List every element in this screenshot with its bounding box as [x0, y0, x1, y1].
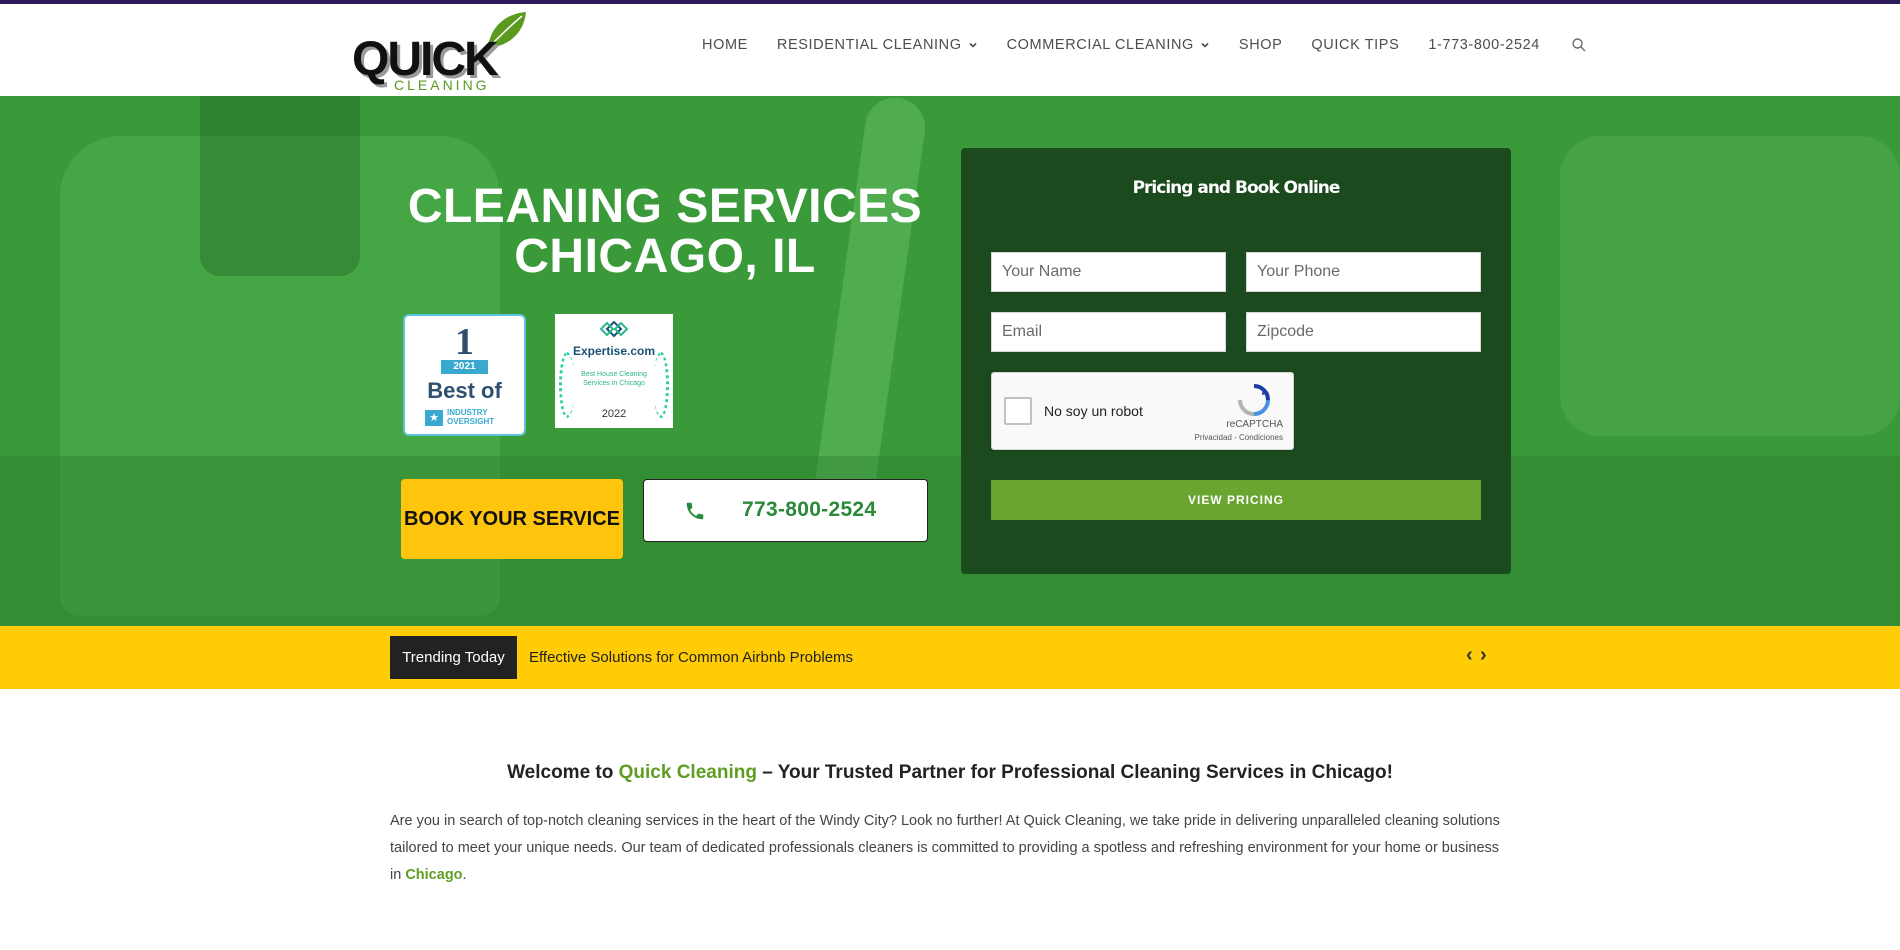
- welcome-brand: Quick Cleaning: [618, 762, 757, 783]
- badge-source-line: INDUSTRY: [447, 408, 488, 417]
- recaptcha-widget: No soy un robot reCAPTCHA Privacidad - C…: [991, 372, 1294, 450]
- chicago-link[interactable]: Chicago: [405, 867, 462, 883]
- chevron-right-icon[interactable]: ›: [1480, 645, 1492, 665]
- recaptcha-brand: reCAPTCHA: [1226, 419, 1283, 430]
- intro-text: Are you in search of top-notch cleaning …: [390, 813, 1500, 883]
- star-icon: ★: [425, 410, 443, 426]
- nav-item-shop[interactable]: SHOP: [1239, 37, 1283, 53]
- recaptcha-icon: [1238, 384, 1270, 416]
- hero-title: CLEANING SERVICES CHICAGO, IL: [380, 182, 950, 282]
- nav-item-quick-tips[interactable]: QUICK TIPS: [1311, 37, 1399, 53]
- recaptcha-links[interactable]: Privacidad - Condiciones: [1195, 433, 1284, 442]
- phone-number: 773-800-2524: [742, 498, 877, 521]
- badge-year: 2021: [441, 360, 488, 374]
- welcome-prefix: Welcome to: [507, 762, 619, 783]
- book-service-button[interactable]: BOOK YOUR SERVICE: [401, 479, 623, 559]
- phone-field[interactable]: [1246, 252, 1481, 292]
- recaptcha-label: No soy un robot: [1044, 403, 1143, 419]
- intro-end: .: [462, 867, 467, 883]
- chevron-left-icon[interactable]: ‹: [1466, 645, 1478, 665]
- nav-item-phone[interactable]: 1-773-800-2524: [1428, 37, 1540, 53]
- search-icon[interactable]: [1571, 37, 1587, 53]
- main-nav: HOME RESIDENTIAL CLEANING COMMERCIAL CLE…: [702, 36, 1587, 54]
- badge-source-text: INDUSTRY OVERSIGHT: [447, 408, 494, 426]
- badge-best-of: Best of: [427, 378, 502, 403]
- intro-paragraph: Are you in search of top-notch cleaning …: [390, 808, 1510, 889]
- hero-background-shape: [0, 456, 1900, 626]
- phone-icon: [686, 502, 704, 520]
- expertise-badge: Expertise.com Best House Cleaning Servic…: [555, 314, 673, 428]
- chevron-down-icon: [1201, 42, 1209, 48]
- hero-background-shape: [200, 96, 360, 276]
- nav-label: QUICK TIPS: [1311, 37, 1400, 53]
- hero-background-shape: [811, 96, 929, 519]
- name-field[interactable]: [991, 252, 1226, 292]
- nav-label: HOME: [702, 37, 748, 53]
- site-logo[interactable]: QUICK CLEANING: [352, 8, 532, 92]
- badge-rank: 1: [455, 321, 474, 363]
- nav-label: COMMERCIAL CLEANING: [1006, 37, 1194, 53]
- nav-label: RESIDENTIAL CLEANING: [776, 37, 962, 53]
- welcome-suffix: – Your Trusted Partner for Professional …: [756, 762, 1393, 783]
- trending-label: Trending Today: [390, 636, 517, 679]
- form-title: Pricing and Book Online: [1132, 178, 1341, 198]
- view-pricing-button[interactable]: VIEW PRICING: [991, 480, 1481, 520]
- expertise-logo-icon: [599, 320, 629, 338]
- trending-headline-link[interactable]: Effective Solutions for Common Airbnb Pr…: [529, 649, 853, 666]
- hero-section: CLEANING SERVICES CHICAGO, IL 1 2021 Bes…: [0, 96, 1900, 626]
- badge-text: Best House Cleaning Services in Chicago: [581, 371, 647, 387]
- badge-name: Expertise.com: [572, 344, 656, 358]
- email-field[interactable]: [991, 312, 1226, 352]
- welcome-heading: Welcome to Quick Cleaning – Your Trusted…: [390, 762, 1510, 784]
- badge-source-line: OVERSIGHT: [447, 417, 495, 426]
- nav-item-commercial-cleaning[interactable]: COMMERCIAL CLEANING: [1007, 37, 1210, 53]
- best-of-industry-badge: 1 2021 Best of ★ INDUSTRY OVERSIGHT: [403, 314, 526, 436]
- nav-item-home[interactable]: HOME: [702, 37, 748, 53]
- badge-source: ★ INDUSTRY OVERSIGHT: [425, 408, 509, 428]
- recaptcha-checkbox[interactable]: [1004, 397, 1032, 425]
- nav-label: 1-773-800-2524: [1428, 37, 1540, 53]
- trending-bar: Trending Today Effective Solutions for C…: [0, 626, 1900, 689]
- nav-label: SHOP: [1238, 37, 1283, 53]
- chevron-down-icon: [969, 42, 977, 48]
- zipcode-field[interactable]: [1246, 312, 1481, 352]
- pricing-form: Pricing and Book Online No soy un robot …: [961, 148, 1511, 574]
- hero-title-line: CLEANING SERVICES: [407, 180, 923, 233]
- hero-background-shape: [1560, 136, 1900, 436]
- nav-item-residential-cleaning[interactable]: RESIDENTIAL CLEANING: [777, 37, 978, 53]
- badge-year: 2022: [601, 408, 627, 420]
- site-header: QUICK CLEANING HOME RESIDENTIAL CLEANING…: [0, 4, 1900, 96]
- hero-title-line: CHICAGO, IL: [514, 230, 816, 283]
- call-phone-button[interactable]: 773-800-2524: [643, 479, 928, 542]
- logo-subtext: CLEANING: [394, 77, 490, 93]
